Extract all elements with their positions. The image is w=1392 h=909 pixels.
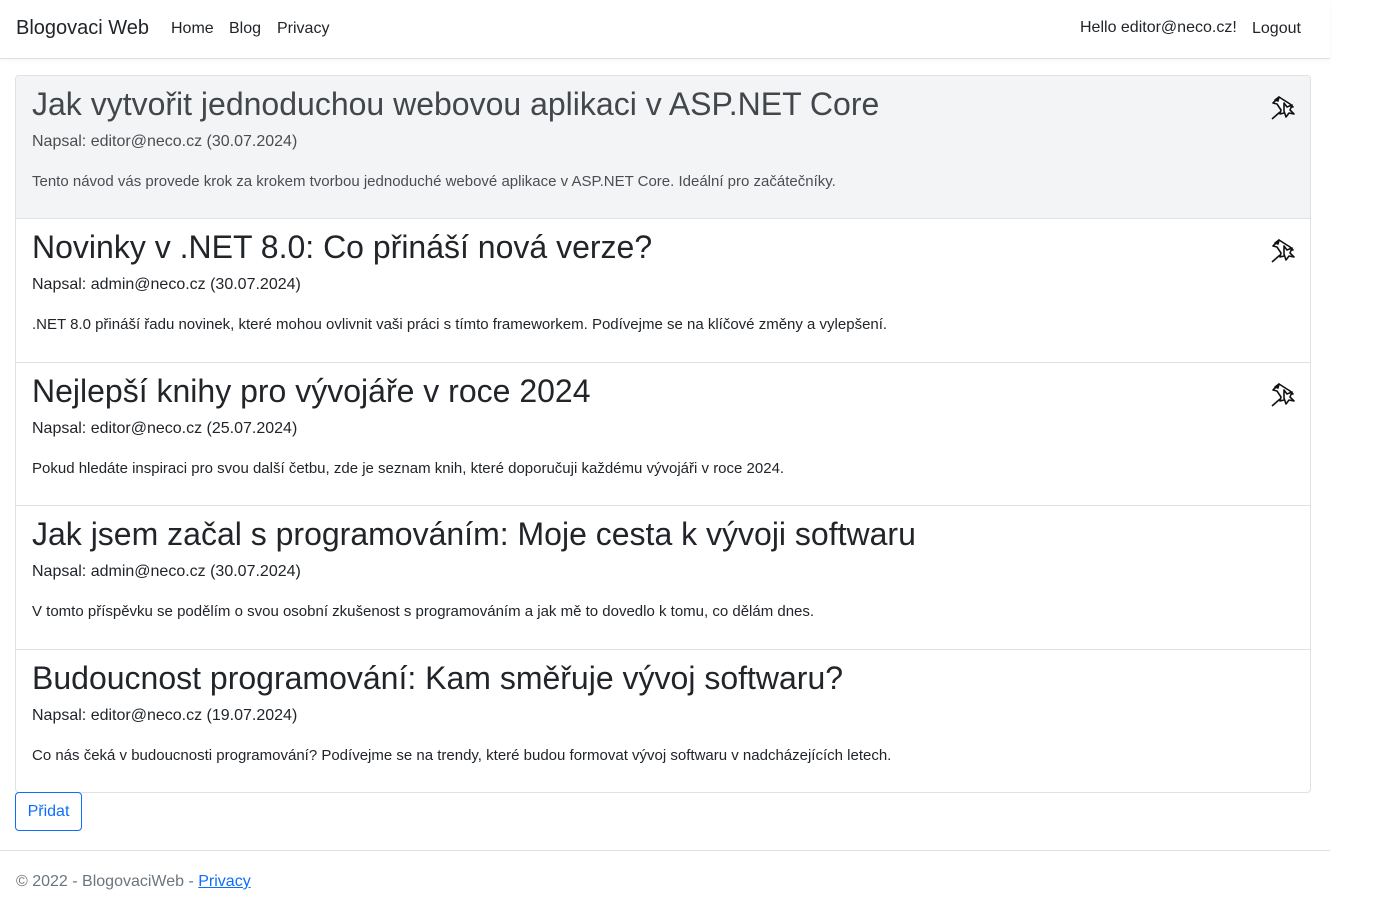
post-title: Novinky v .NET 8.0: Co přináší nová verz… bbox=[32, 229, 653, 265]
post-excerpt: Tento návod vás provede krok za krokem t… bbox=[32, 173, 836, 190]
logout-link[interactable]: Logout bbox=[1252, 20, 1301, 38]
post-excerpt: V tomto příspěvku se podělím o svou osob… bbox=[32, 603, 815, 620]
post-item[interactable]: Budoucnost programování: Kam směřuje výv… bbox=[16, 650, 1310, 792]
pin-icon[interactable] bbox=[1268, 380, 1296, 408]
footer-text: © 2022 - BlogovaciWeb - Privacy bbox=[16, 873, 251, 891]
pin-icon[interactable] bbox=[1268, 93, 1296, 121]
post-author: Napsal: editor@neco.cz (19.07.2024) bbox=[32, 707, 298, 724]
nav-link-privacy[interactable]: Privacy bbox=[277, 20, 329, 38]
footer-privacy-link[interactable]: Privacy bbox=[198, 873, 250, 890]
post-author: Napsal: editor@neco.cz (30.07.2024) bbox=[32, 133, 298, 150]
post-author: Napsal: admin@neco.cz (30.07.2024) bbox=[32, 563, 301, 580]
pin-icon[interactable] bbox=[1268, 236, 1296, 264]
post-author: Napsal: admin@neco.cz (30.07.2024) bbox=[32, 276, 301, 293]
post-item[interactable]: Nejlepší knihy pro vývojáře v roce 2024 … bbox=[16, 363, 1310, 506]
post-item[interactable]: Jak vytvořit jednoduchou webovou aplikac… bbox=[16, 76, 1310, 219]
add-post-button[interactable]: Přidat bbox=[15, 792, 82, 831]
brand-link[interactable]: Blogovaci Web bbox=[16, 17, 149, 40]
navbar: Blogovaci Web Home Blog Privacy Hello ed… bbox=[0, 0, 1330, 59]
footer: © 2022 - BlogovaciWeb - Privacy bbox=[0, 850, 1330, 909]
post-title: Nejlepší knihy pro vývojáře v roce 2024 bbox=[32, 373, 591, 409]
post-title: Jak jsem začal s programováním: Moje ces… bbox=[32, 516, 916, 552]
nav-link-home[interactable]: Home bbox=[171, 20, 214, 38]
post-excerpt: .NET 8.0 přináší řadu novinek, které moh… bbox=[32, 316, 888, 333]
post-title: Jak vytvořit jednoduchou webovou aplikac… bbox=[32, 86, 880, 122]
post-item[interactable]: Novinky v .NET 8.0: Co přináší nová verz… bbox=[16, 219, 1310, 363]
post-author: Napsal: editor@neco.cz (25.07.2024) bbox=[32, 420, 298, 437]
post-title: Budoucnost programování: Kam směřuje výv… bbox=[32, 660, 844, 696]
post-list: Jak vytvořit jednoduchou webovou aplikac… bbox=[15, 75, 1311, 793]
footer-copyright: © 2022 - BlogovaciWeb - bbox=[16, 873, 199, 890]
post-excerpt: Co nás čeká v budoucnosti programování? … bbox=[32, 747, 892, 764]
post-item[interactable]: Jak jsem začal s programováním: Moje ces… bbox=[16, 506, 1310, 650]
nav-link-blog[interactable]: Blog bbox=[229, 20, 261, 38]
post-excerpt: Pokud hledáte inspiraci pro svou další č… bbox=[32, 460, 785, 477]
user-greeting[interactable]: Hello editor@neco.cz! bbox=[1080, 19, 1237, 37]
